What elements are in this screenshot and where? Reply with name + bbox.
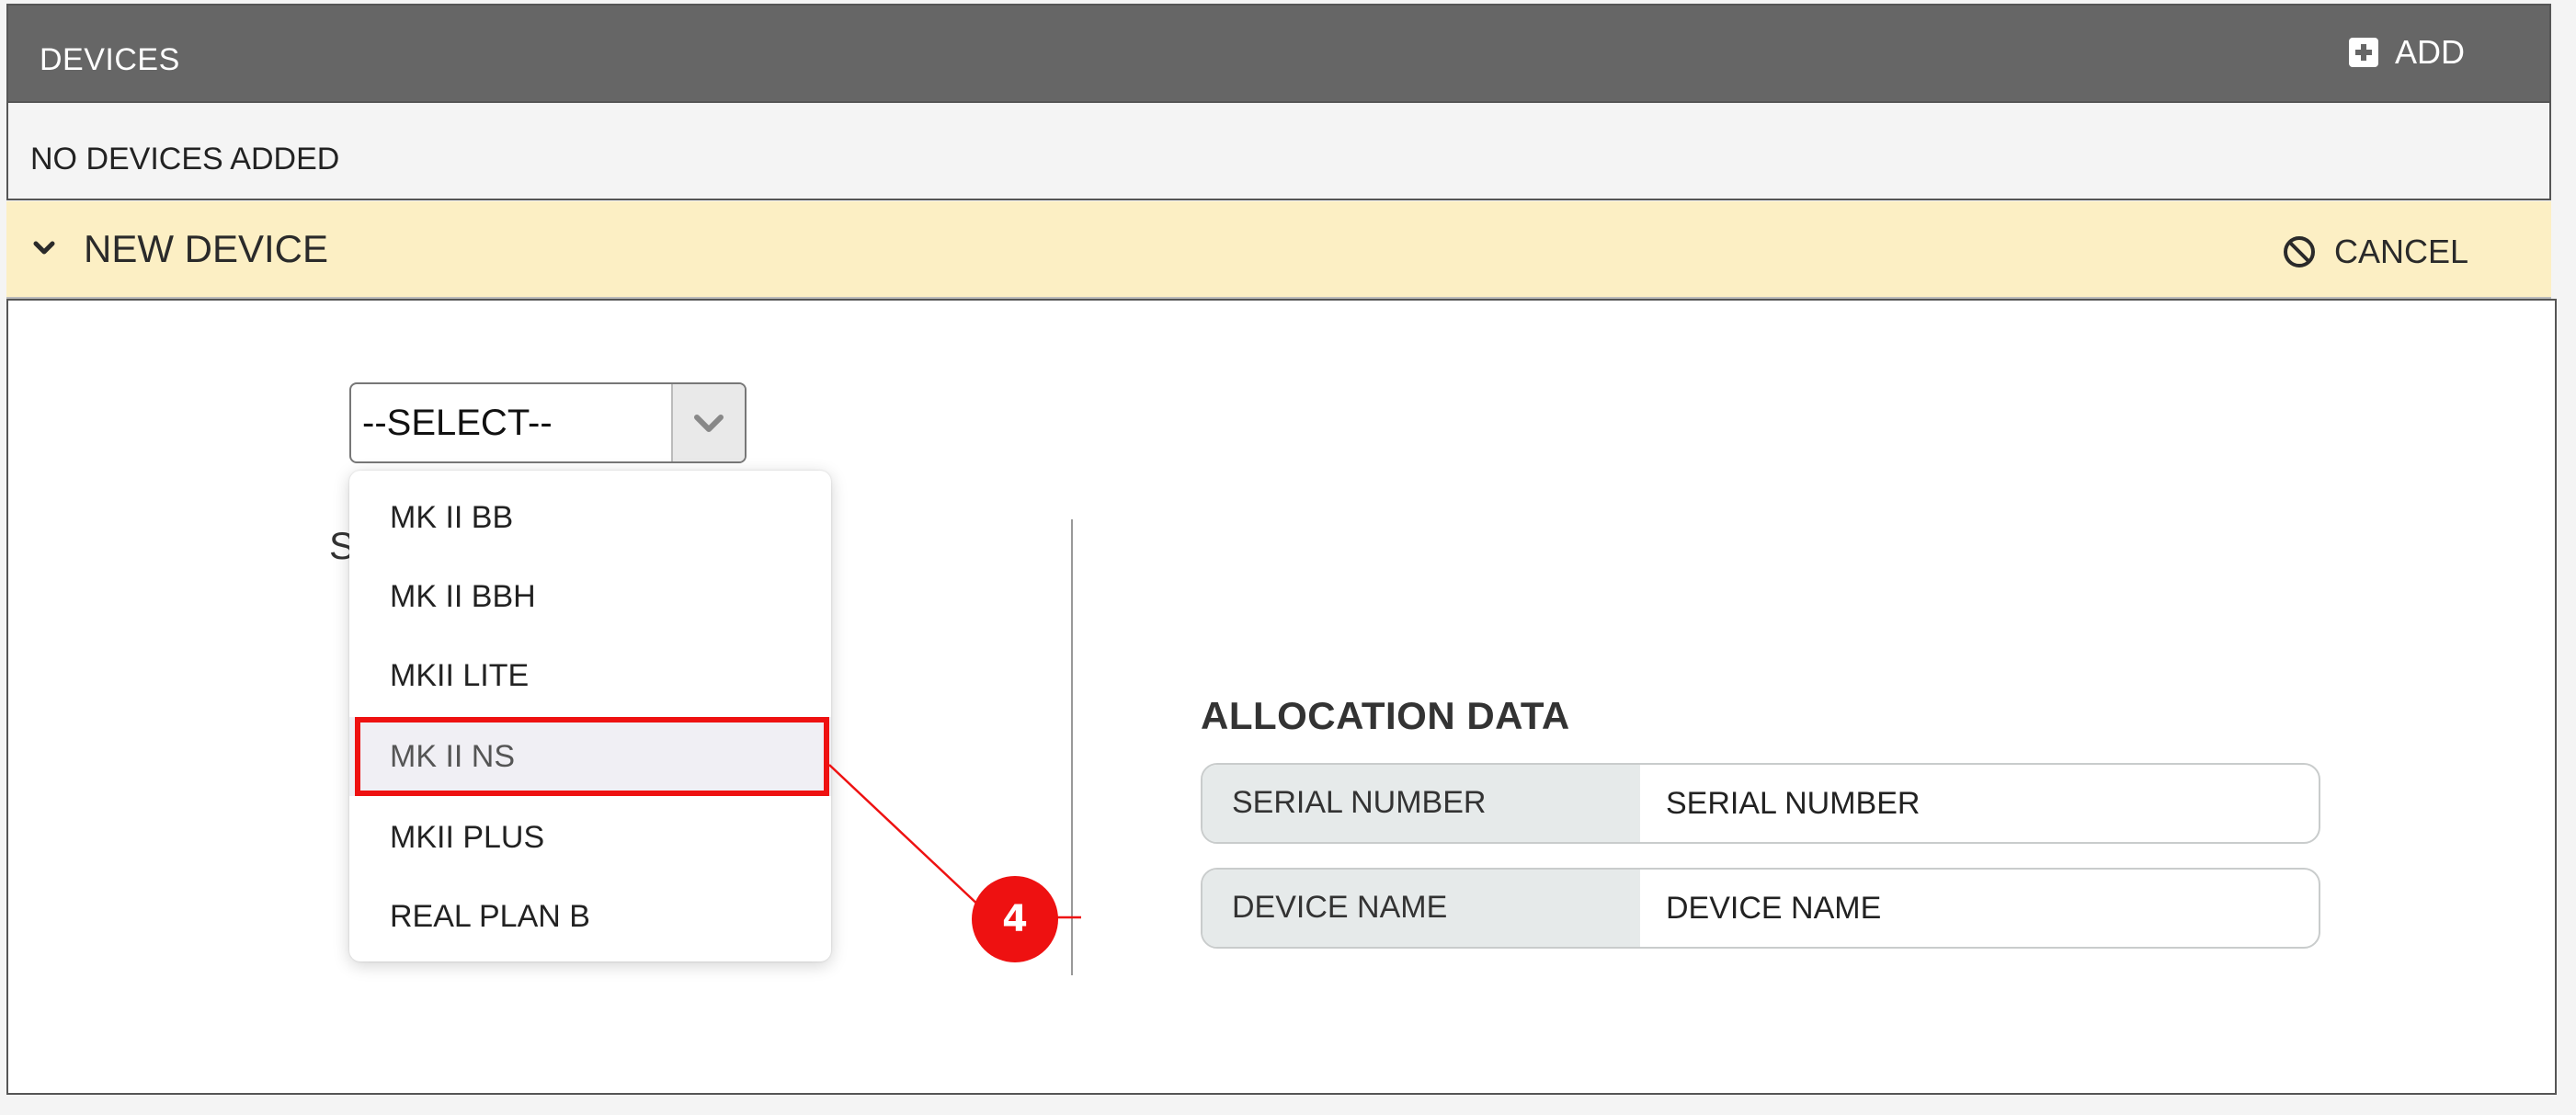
allocation-data-title: ALLOCATION DATA (1201, 694, 1570, 737)
dropdown-option[interactable]: REAL PLAN B (349, 877, 831, 956)
device-name-label: DEVICE NAME (1232, 890, 1448, 925)
devices-page: DEVICES ADD NO DEVICES ADDED NEW DEVICE … (0, 0, 2576, 1115)
dropdown-option[interactable]: MK II BB (349, 478, 831, 557)
option-label: MK II BBH (390, 579, 536, 614)
cancel-button[interactable]: CANCEL (2281, 233, 2468, 271)
ban-icon (2283, 236, 2315, 267)
device-type-select[interactable]: --SELECT-- (349, 382, 747, 463)
add-device-button[interactable]: ADD (2348, 33, 2465, 72)
add-label: ADD (2394, 33, 2465, 71)
vertical-divider (1071, 519, 1073, 975)
select-toggle[interactable] (671, 384, 745, 461)
option-label: MKII PLUS (390, 820, 545, 855)
new-device-bar: NEW DEVICE CANCEL (6, 201, 2551, 299)
cancel-label: CANCEL (2333, 233, 2468, 270)
empty-state-text: NO DEVICES ADDED (30, 142, 340, 176)
devices-header: DEVICES ADD (6, 4, 2551, 103)
serial-number-field: SERIAL NUMBER (1201, 763, 2320, 844)
serial-number-input[interactable] (1640, 765, 2319, 842)
dropdown-option[interactable]: MKII LITE (349, 636, 831, 715)
option-label: MKII LITE (390, 658, 530, 693)
dropdown-option[interactable]: MKII PLUS (349, 798, 831, 877)
devices-title: DEVICES (40, 42, 180, 77)
device-name-field: DEVICE NAME (1201, 868, 2320, 949)
dropdown-option-highlighted[interactable]: MK II NS (349, 717, 831, 796)
device-name-input[interactable] (1640, 870, 2319, 947)
option-label: MK II BB (390, 500, 514, 535)
field-label-cell: DEVICE NAME (1203, 870, 1640, 947)
select-value: --SELECT-- (362, 403, 553, 443)
chevron-down-icon[interactable] (30, 234, 58, 262)
field-label-cell: SERIAL NUMBER (1203, 765, 1640, 842)
empty-devices-row: NO DEVICES ADDED (6, 103, 2551, 200)
step-number-badge: 4 (972, 876, 1058, 962)
option-label: REAL PLAN B (390, 899, 590, 934)
serial-number-label: SERIAL NUMBER (1232, 785, 1487, 820)
option-label: MK II NS (390, 739, 516, 774)
device-type-dropdown: MK II BB MK II BBH MKII LITE MK II NS MK… (349, 471, 831, 961)
chevron-down-icon (694, 415, 724, 432)
new-device-title: NEW DEVICE (84, 227, 329, 270)
plus-square-icon (2348, 38, 2378, 67)
dropdown-option[interactable]: MK II BBH (349, 557, 831, 636)
